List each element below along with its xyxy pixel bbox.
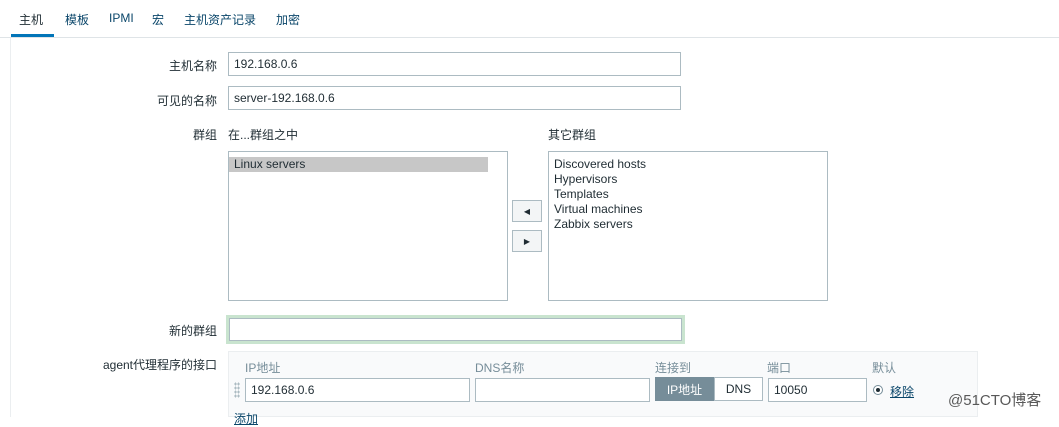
interface-dns-input[interactable] (475, 378, 650, 402)
list-item[interactable]: Zabbix servers (549, 217, 827, 232)
tab-bar: 主机 模板 IPMI 宏 主机资产记录 加密 (0, 0, 1059, 38)
host-name-input[interactable]: 192.168.0.6 (228, 52, 681, 76)
tab-host[interactable]: 主机 (19, 11, 43, 28)
agent-interfaces-label: agent代理程序的接口 (102, 358, 217, 372)
move-right-button[interactable]: ▶ (512, 230, 542, 252)
remove-interface-link[interactable]: 移除 (890, 383, 914, 400)
tab-encryption[interactable]: 加密 (276, 11, 300, 28)
other-groups-heading: 其它群组 (548, 128, 597, 142)
interface-port-input[interactable]: 10050 (768, 378, 867, 402)
tab-templates[interactable]: 模板 (65, 11, 89, 28)
groups-label: 群组 (192, 128, 217, 142)
in-groups-listbox[interactable]: Linux servers (228, 151, 508, 301)
other-groups-listbox[interactable]: Discovered hosts Hypervisors Templates V… (548, 151, 828, 301)
list-item[interactable]: Templates (549, 187, 827, 202)
tab-macros[interactable]: 宏 (152, 11, 164, 28)
col-ip-header: IP地址 (245, 361, 281, 375)
arrow-left-icon: ◀ (523, 206, 531, 216)
connect-dns-toggle[interactable]: DNS (714, 377, 763, 401)
watermark-text: @51CTO博客 (948, 392, 1042, 409)
drag-handle-icon[interactable] (234, 382, 240, 398)
list-item[interactable]: Linux servers (229, 157, 488, 172)
col-port-header: 端口 (767, 361, 792, 375)
interface-ip-input[interactable]: 192.168.0.6 (245, 378, 470, 402)
new-group-label: 新的群组 (168, 324, 217, 338)
col-connect-header: 连接到 (655, 361, 692, 375)
col-default-header: 默认 (872, 361, 897, 375)
col-dns-header: DNS名称 (475, 361, 525, 375)
list-item[interactable]: Discovered hosts (549, 157, 827, 172)
visible-name-input[interactable]: server-192.168.0.6 (228, 86, 681, 110)
new-group-input[interactable] (226, 315, 685, 344)
move-left-button[interactable]: ◀ (512, 200, 542, 222)
default-interface-radio[interactable] (873, 385, 883, 395)
active-tab-indicator (11, 34, 54, 37)
tab-inventory[interactable]: 主机资产记录 (184, 11, 256, 28)
list-item[interactable]: Virtual machines (549, 202, 827, 217)
list-item[interactable]: Hypervisors (549, 172, 827, 187)
add-interface-link[interactable]: 添加 (234, 410, 258, 427)
connect-ip-toggle[interactable]: IP地址 (655, 377, 714, 401)
visible-name-label: 可见的名称 (156, 94, 217, 108)
radio-selected-dot (876, 388, 880, 392)
arrow-right-icon: ▶ (523, 236, 531, 246)
in-groups-heading: 在...群组之中 (228, 128, 299, 142)
tab-ipmi[interactable]: IPMI (109, 11, 134, 25)
host-name-label: 主机名称 (168, 59, 217, 73)
